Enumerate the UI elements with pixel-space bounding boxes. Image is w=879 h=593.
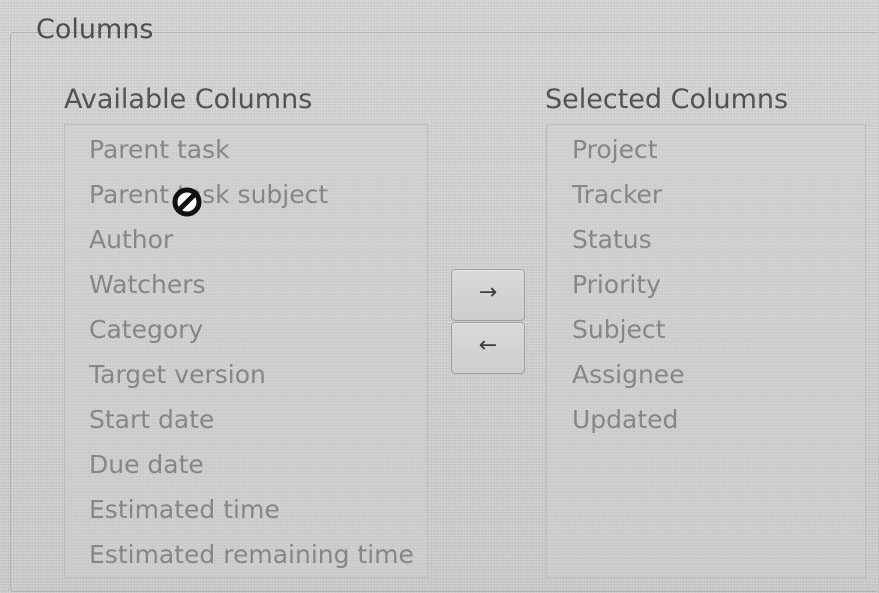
selected-columns-list[interactable]: Project Tracker Status Priority Subject … <box>546 124 866 578</box>
list-item[interactable]: Project <box>572 135 658 164</box>
list-item[interactable]: Target version <box>89 360 266 389</box>
selected-columns-header: Selected Columns <box>545 84 789 115</box>
list-item[interactable]: Start date <box>89 405 214 434</box>
list-item[interactable]: Assignee <box>572 360 685 389</box>
arrow-right-icon: → <box>478 280 498 305</box>
list-item[interactable]: Status <box>572 225 652 254</box>
remove-column-button[interactable]: ← <box>451 322 525 374</box>
list-item[interactable]: Author <box>89 225 173 254</box>
list-item[interactable]: Estimated time <box>89 495 280 524</box>
available-columns-list[interactable]: Parent task Parent task subject Author W… <box>64 124 428 578</box>
list-item[interactable]: Tracker <box>572 180 662 209</box>
not-allowed-cursor-icon <box>172 187 202 217</box>
list-item[interactable]: Priority <box>572 270 661 299</box>
list-item[interactable]: Due date <box>89 450 204 479</box>
list-item[interactable]: Category <box>89 315 203 344</box>
list-item[interactable]: Estimated remaining time <box>89 540 414 569</box>
available-columns-header: Available Columns <box>64 84 313 115</box>
list-item[interactable]: Parent task <box>89 135 230 164</box>
add-column-button[interactable]: → <box>451 269 525 321</box>
arrow-left-icon: ← <box>478 333 498 358</box>
list-item[interactable]: Updated <box>572 405 678 434</box>
list-item[interactable]: Parent task subject <box>89 180 328 209</box>
list-item[interactable]: Watchers <box>89 270 206 299</box>
list-item[interactable]: Subject <box>572 315 665 344</box>
columns-panel: Columns Available Columns Selected Colum… <box>0 0 879 593</box>
section-legend: Columns <box>36 14 154 45</box>
